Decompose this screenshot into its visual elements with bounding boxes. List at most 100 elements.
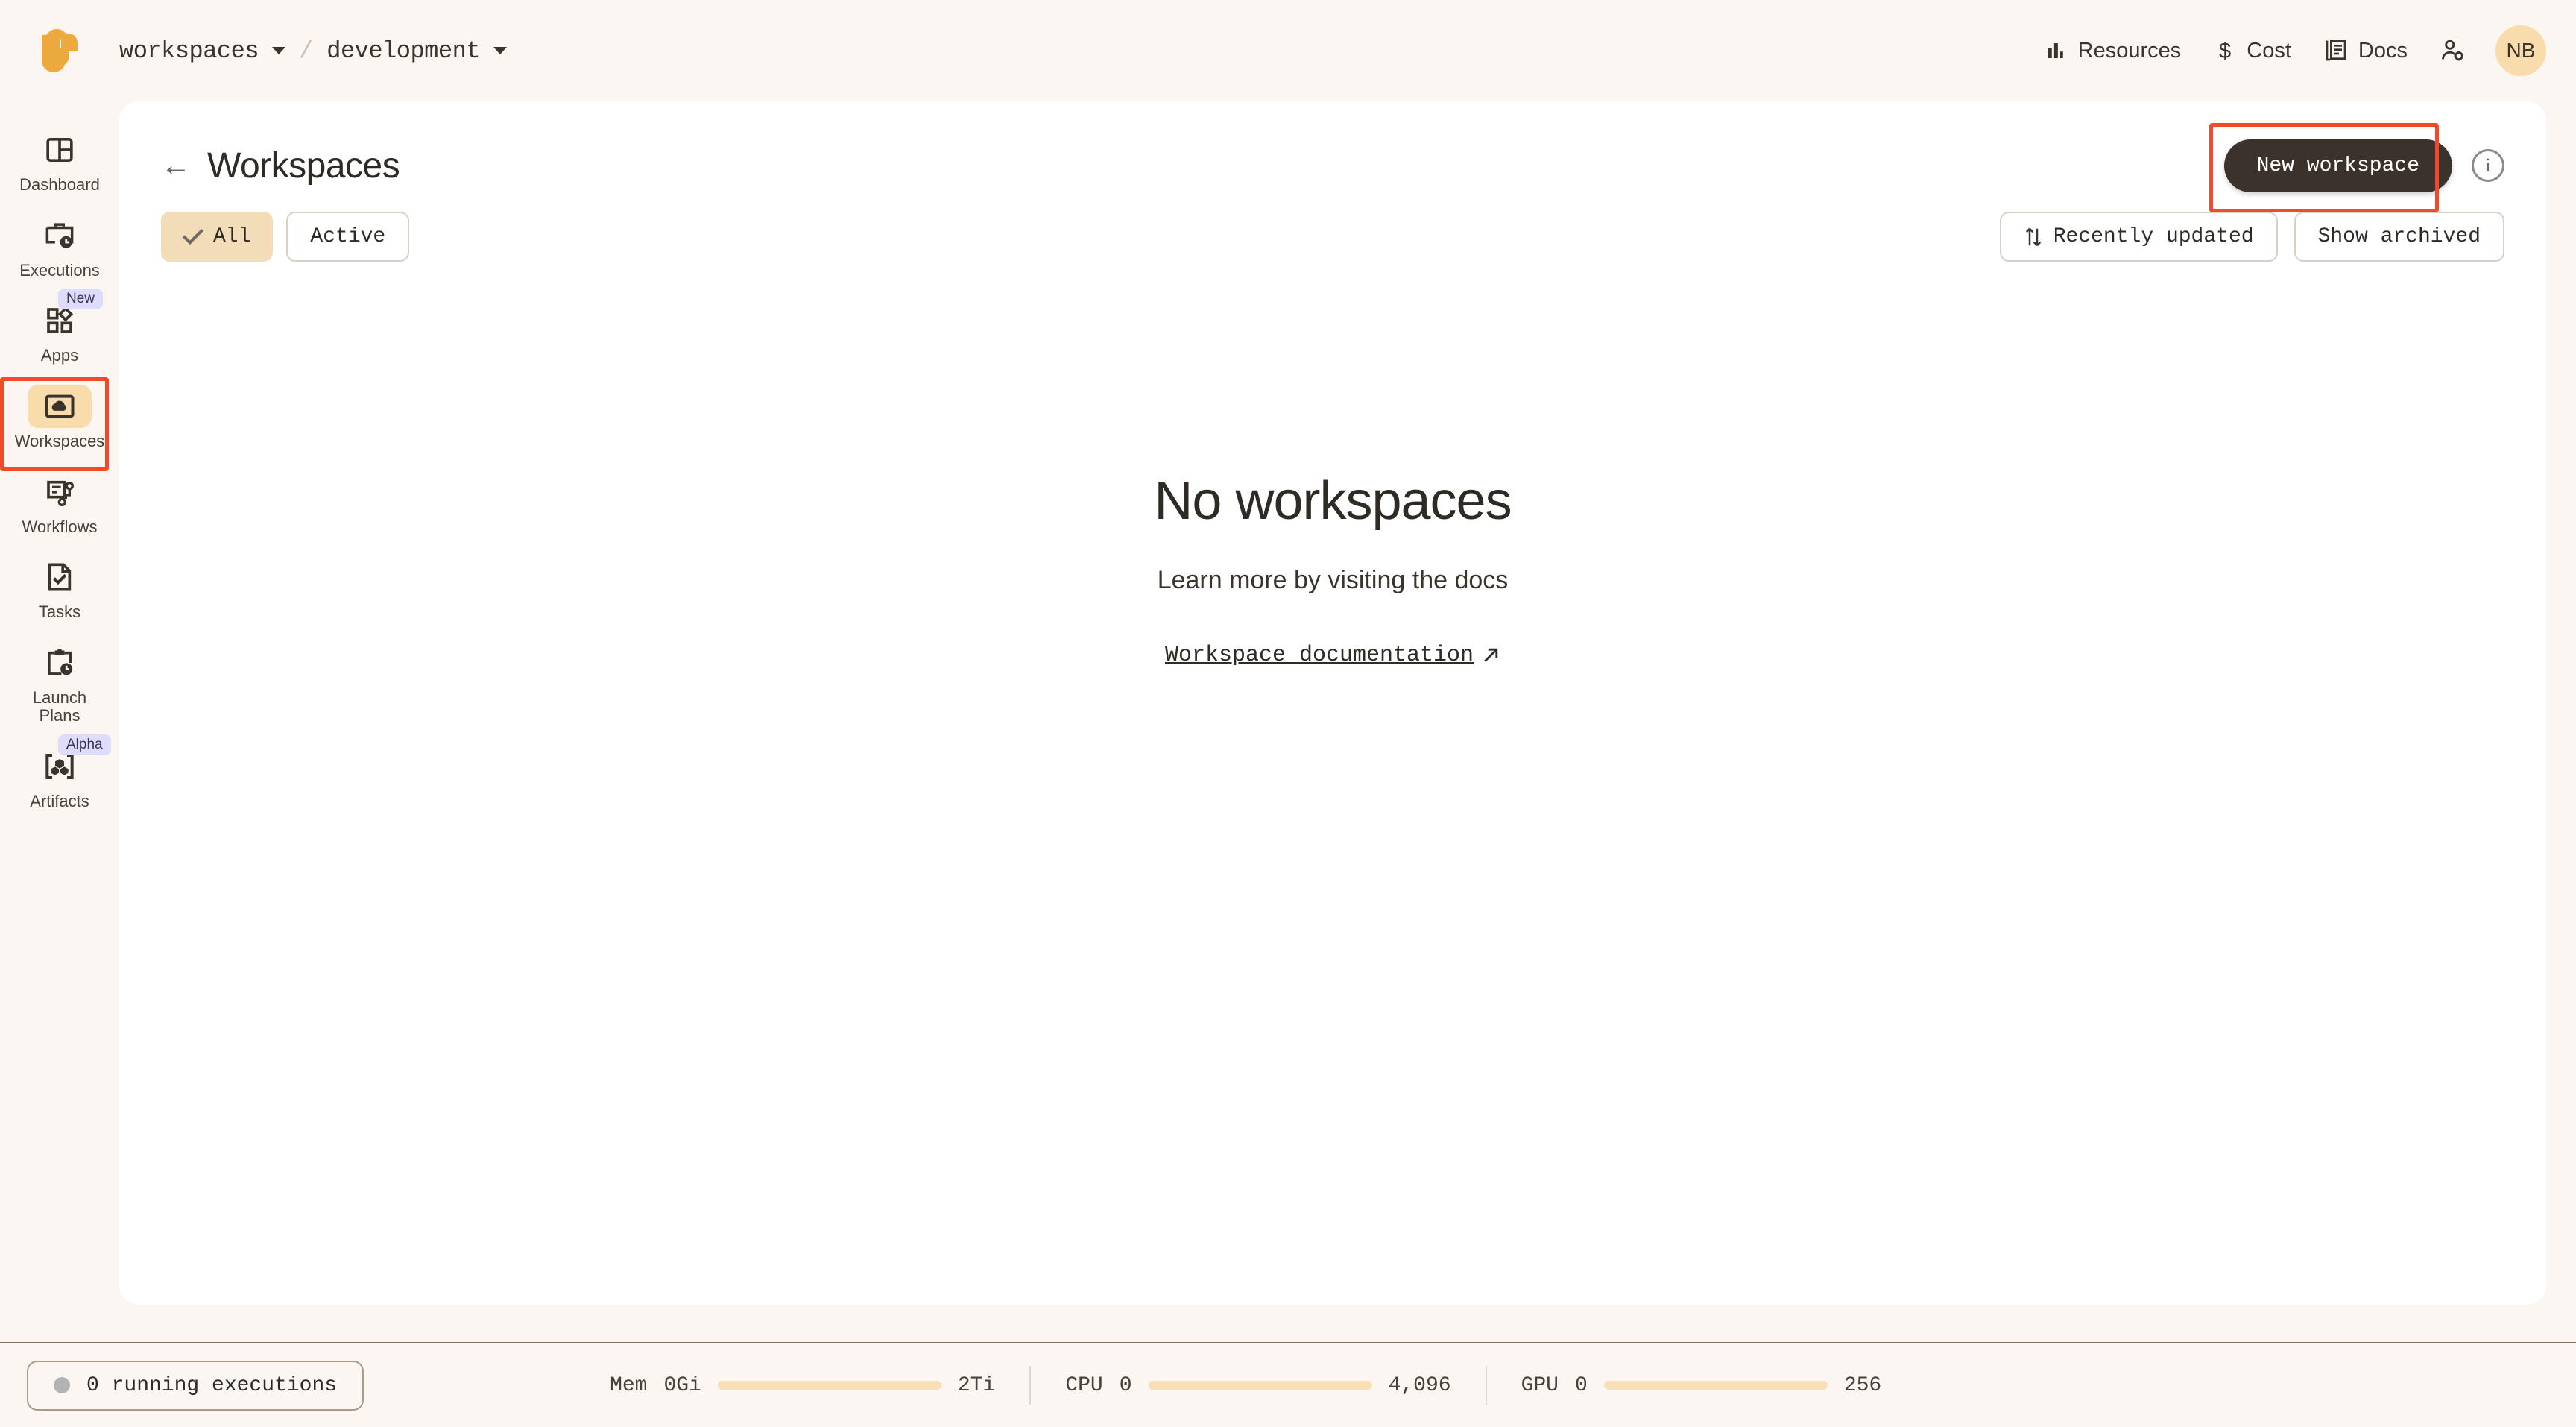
meter-cpu: CPU 0 4,096 <box>1065 1374 1450 1397</box>
meter-mem-max: 2Ti <box>957 1373 996 1397</box>
header-item-resources[interactable]: Resources <box>2029 31 2198 71</box>
meter-divider <box>1029 1366 1032 1405</box>
footer-bar: 0 running executions Mem 0Gi 2Ti CPU 0 4… <box>0 1343 2576 1427</box>
page-title: Workspaces <box>207 145 400 186</box>
header-item-cost[interactable]: $ Cost <box>2197 31 2308 71</box>
top-header-bar: workspaces / development Resources $ Cos… <box>0 0 2576 101</box>
sidebar-item-dashboard[interactable]: Dashboard <box>12 128 107 195</box>
task-check-icon <box>48 563 72 591</box>
meter-cpu-name: CPU <box>1065 1373 1103 1397</box>
meter-gpu-name: GPU <box>1521 1373 1559 1397</box>
artifacts-cubes-icon <box>45 754 74 779</box>
header-item-user-settings[interactable] <box>2424 31 2482 71</box>
running-executions-label: 0 running executions <box>86 1373 338 1397</box>
filter-toolbar: All Active Recently updated Show archive… <box>119 191 2546 262</box>
main-content-card: ← Workspaces New workspace i All Active <box>119 101 2546 1305</box>
sidebar-badge-new: New <box>58 289 104 310</box>
filter-right-group: Recently updated Show archived <box>1999 212 2504 262</box>
breadcrumb: workspaces / development <box>119 37 507 65</box>
sidebar-item-workflows[interactable]: Workflows <box>12 470 107 537</box>
filter-tab-active[interactable]: Active <box>286 212 410 262</box>
back-arrow-icon[interactable]: ← <box>161 151 191 180</box>
show-archived-label: Show archived <box>2317 225 2481 248</box>
sidebar-label-tasks: Tasks <box>38 602 81 622</box>
sidebar-badge-alpha: Alpha <box>58 734 111 755</box>
meter-cpu-max: 4,096 <box>1388 1373 1451 1397</box>
page-header-actions: New workspace i <box>2209 122 2504 212</box>
sidebar-icon-wrap <box>28 641 92 684</box>
workspace-documentation-link[interactable]: Workspace documentation <box>1165 643 1500 668</box>
meter-gpu-max: 256 <box>1843 1373 1882 1397</box>
chevron-down-icon[interactable] <box>272 47 286 54</box>
chevron-down-icon[interactable] <box>493 47 507 54</box>
meter-mem-value: 0Gi <box>663 1373 701 1397</box>
sidebar-label-workspaces: Workspaces <box>14 431 105 450</box>
briefcase-clock-icon <box>45 223 74 248</box>
svg-text:$: $ <box>2219 39 2231 63</box>
filter-tab-all[interactable]: All <box>161 212 274 262</box>
union-logo <box>42 29 78 72</box>
sort-arrows-icon <box>2025 227 2041 246</box>
header-item-docs[interactable]: Docs <box>2308 31 2424 71</box>
sidebar-icon-wrap <box>28 470 92 514</box>
user-gear-icon <box>2442 40 2464 61</box>
left-sidebar: Dashboard Executions New Apps Workspaces… <box>0 101 119 1342</box>
sidebar-icon-wrap <box>28 128 92 171</box>
header-label-resources: Resources <box>2077 38 2182 63</box>
workflow-icon <box>47 480 75 506</box>
empty-state-title: No workspaces <box>1154 470 1512 531</box>
running-executions-button[interactable]: 0 running executions <box>27 1360 364 1411</box>
check-icon <box>182 223 204 245</box>
sidebar-item-executions[interactable]: Executions <box>12 214 107 280</box>
sidebar-item-artifacts[interactable]: Alpha Artifacts <box>12 734 111 811</box>
workspace-documentation-label: Workspace documentation <box>1164 642 1474 668</box>
avatar[interactable]: NB <box>2496 25 2546 76</box>
meter-mem-name: Mem <box>610 1373 648 1397</box>
meter-gpu-value: 0 <box>1575 1373 1588 1397</box>
bar-chart-icon <box>2048 43 2063 58</box>
info-icon[interactable]: i <box>2472 149 2504 182</box>
breadcrumb-separator: / <box>299 37 314 65</box>
dollar-icon: $ <box>2219 39 2231 63</box>
filter-tab-active-label: Active <box>310 225 386 248</box>
meter-gpu-bar <box>1603 1381 1828 1390</box>
header-actions: Resources $ Cost Docs NB <box>2029 25 2576 76</box>
sidebar-icon-wrap <box>28 555 92 599</box>
sidebar-label-executions: Executions <box>19 260 100 280</box>
filter-tab-group: All Active <box>161 212 410 262</box>
sidebar-item-launch-plans[interactable]: Launch Plans <box>12 641 107 725</box>
document-icon <box>2326 40 2346 61</box>
workspace-cloud-icon <box>45 394 75 418</box>
dashboard-icon <box>46 138 73 162</box>
header-label-docs: Docs <box>2358 38 2408 63</box>
sort-label: Recently updated <box>2053 225 2254 248</box>
meter-gpu: GPU 0 256 <box>1521 1374 1882 1397</box>
sidebar-label-apps: Apps <box>40 346 79 365</box>
apps-grid-icon <box>47 306 74 334</box>
filter-tab-all-label: All <box>213 225 251 248</box>
sidebar-item-apps[interactable]: New Apps <box>12 289 107 365</box>
sidebar-label-dashboard: Dashboard <box>19 175 100 194</box>
meter-cpu-value: 0 <box>1119 1373 1132 1397</box>
sidebar-icon-wrap <box>28 214 92 257</box>
breadcrumb-root[interactable]: workspaces <box>119 37 259 65</box>
header-label-cost: Cost <box>2247 38 2291 63</box>
show-archived-button[interactable]: Show archived <box>2294 212 2504 262</box>
app-logo-wrapper[interactable] <box>0 28 119 74</box>
sidebar-label-artifacts: Artifacts <box>30 792 89 810</box>
empty-state-subtitle: Learn more by visiting the docs <box>1157 565 1509 594</box>
sidebar-item-workspaces[interactable]: Workspaces <box>0 377 109 471</box>
meter-cpu-bar <box>1148 1381 1372 1390</box>
meter-mem-bar <box>717 1381 941 1390</box>
external-link-icon <box>1484 648 1498 662</box>
new-workspace-button[interactable]: New workspace <box>2223 139 2452 192</box>
meter-divider <box>1485 1366 1487 1405</box>
resource-meters: Mem 0Gi 2Ti CPU 0 4,096 GPU 0 256 <box>610 1366 1881 1405</box>
breadcrumb-current[interactable]: development <box>326 37 480 65</box>
status-dot-icon <box>54 1377 70 1393</box>
sort-button[interactable]: Recently updated <box>1999 212 2278 262</box>
page-header: ← Workspaces New workspace i <box>119 101 2546 212</box>
sidebar-item-tasks[interactable]: Tasks <box>12 555 107 622</box>
meter-mem: Mem 0Gi 2Ti <box>610 1374 995 1397</box>
sidebar-icon-wrap <box>28 384 92 428</box>
